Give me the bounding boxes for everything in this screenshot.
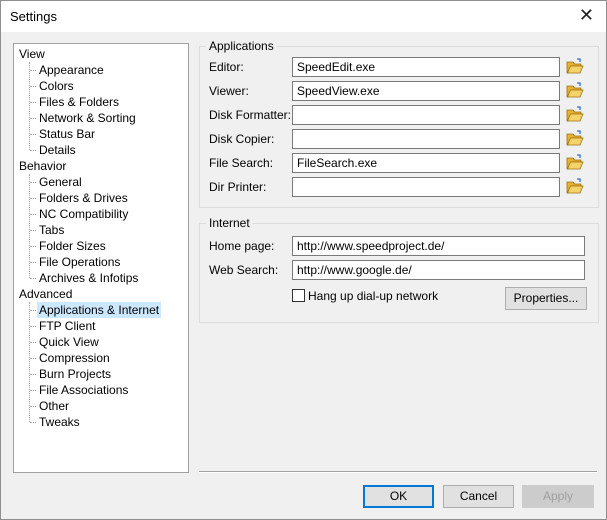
tree-connector	[29, 302, 30, 422]
cancel-button[interactable]: Cancel	[443, 485, 514, 508]
tree-item[interactable]: Archives & Infotips	[37, 270, 140, 286]
app-field-input[interactable]	[292, 177, 560, 197]
home-page-field[interactable]: http://www.speedproject.de/	[292, 236, 585, 256]
apply-button: Apply	[522, 485, 594, 508]
tree-connector	[30, 118, 36, 119]
hangup-label[interactable]: Hang up dial-up network	[308, 289, 438, 303]
tree-connector	[30, 342, 36, 343]
properties-button[interactable]: Properties...	[505, 287, 587, 310]
app-field-label: File Search:	[209, 156, 274, 170]
tree-connector	[30, 198, 36, 199]
app-field-label: Editor:	[209, 60, 244, 74]
tree-item[interactable]: Colors	[37, 78, 76, 94]
settings-tree[interactable]: View Appearance Colors Files & Folders Netwo…	[13, 43, 189, 473]
web-search-field[interactable]: http://www.google.de/	[292, 260, 585, 280]
tree-item[interactable]: FTP Client	[37, 318, 97, 334]
footer-separator	[199, 471, 597, 473]
tree-category[interactable]: Behavior	[19, 158, 66, 174]
app-field-input[interactable]: FileSearch.exe	[292, 153, 560, 173]
tree-connector	[30, 262, 36, 263]
internet-group-title: Internet	[206, 216, 253, 230]
applications-group-title: Applications	[206, 39, 277, 53]
app-field-input[interactable]	[292, 129, 560, 149]
tree-connector	[30, 390, 36, 391]
tree-item[interactable]: NC Compatibility	[37, 206, 130, 222]
tree-connector	[30, 278, 36, 279]
browse-folder-icon[interactable]	[566, 106, 584, 124]
app-field-input[interactable]	[292, 105, 560, 125]
tree-item[interactable]: Quick View	[37, 334, 101, 350]
tree-connector	[30, 406, 36, 407]
tree-item[interactable]: Appearance	[37, 62, 106, 78]
tree-item[interactable]: Folder Sizes	[37, 238, 108, 254]
tree-connector	[30, 310, 36, 311]
tree-item[interactable]: Network & Sorting	[37, 110, 138, 126]
tree-connector	[30, 150, 36, 151]
tree-connector	[29, 62, 30, 150]
tree-item[interactable]: Details	[37, 142, 78, 158]
tree-item[interactable]: Applications & Internet	[37, 302, 162, 318]
web-search-label: Web Search:	[209, 263, 279, 277]
app-field-input[interactable]: SpeedEdit.exe	[292, 57, 560, 77]
tree-connector	[30, 358, 36, 359]
tree-item[interactable]: Compression	[37, 350, 112, 366]
title-bar: Settings ✕	[1, 1, 606, 32]
close-icon[interactable]: ✕	[579, 6, 594, 24]
tree-category[interactable]: View	[19, 46, 45, 62]
tree-connector	[29, 174, 30, 278]
tree-item[interactable]: General	[37, 174, 84, 190]
tree-connector	[30, 86, 36, 87]
tree-connector	[30, 214, 36, 215]
browse-folder-icon[interactable]	[566, 82, 584, 100]
tree-item[interactable]: Burn Projects	[37, 366, 113, 382]
tree-connector	[30, 326, 36, 327]
tree-connector	[30, 182, 36, 183]
tree-connector	[30, 70, 36, 71]
tree-item[interactable]: File Operations	[37, 254, 122, 270]
tree-connector	[30, 230, 36, 231]
tree-item[interactable]: Tabs	[37, 222, 66, 238]
tree-item[interactable]: Folders & Drives	[37, 190, 130, 206]
ok-button[interactable]: OK	[363, 485, 434, 508]
browse-folder-icon[interactable]	[566, 130, 584, 148]
app-field-label: Disk Copier:	[209, 132, 275, 146]
browse-folder-icon[interactable]	[566, 58, 584, 76]
tree-connector	[30, 246, 36, 247]
hangup-checkbox[interactable]	[292, 289, 305, 302]
tree-connector	[30, 374, 36, 375]
tree-connector	[30, 422, 36, 423]
app-field-label: Dir Printer:	[209, 180, 267, 194]
browse-folder-icon[interactable]	[566, 178, 584, 196]
tree-connector	[30, 134, 36, 135]
tree-item[interactable]: Tweaks	[37, 414, 82, 430]
app-field-label: Disk Formatter:	[209, 108, 292, 122]
settings-window: Settings ✕ View Appearance Colors Files & F…	[0, 0, 607, 520]
tree-item[interactable]: Status Bar	[37, 126, 97, 142]
browse-folder-icon[interactable]	[566, 154, 584, 172]
tree-item[interactable]: Files & Folders	[37, 94, 121, 110]
home-page-label: Home page:	[209, 239, 275, 253]
tree-item[interactable]: Other	[37, 398, 71, 414]
tree-item[interactable]: File Associations	[37, 382, 130, 398]
window-title: Settings	[10, 9, 57, 24]
app-field-input[interactable]: SpeedView.exe	[292, 81, 560, 101]
app-field-label: Viewer:	[209, 84, 249, 98]
tree-category[interactable]: Advanced	[19, 286, 72, 302]
tree-connector	[30, 102, 36, 103]
